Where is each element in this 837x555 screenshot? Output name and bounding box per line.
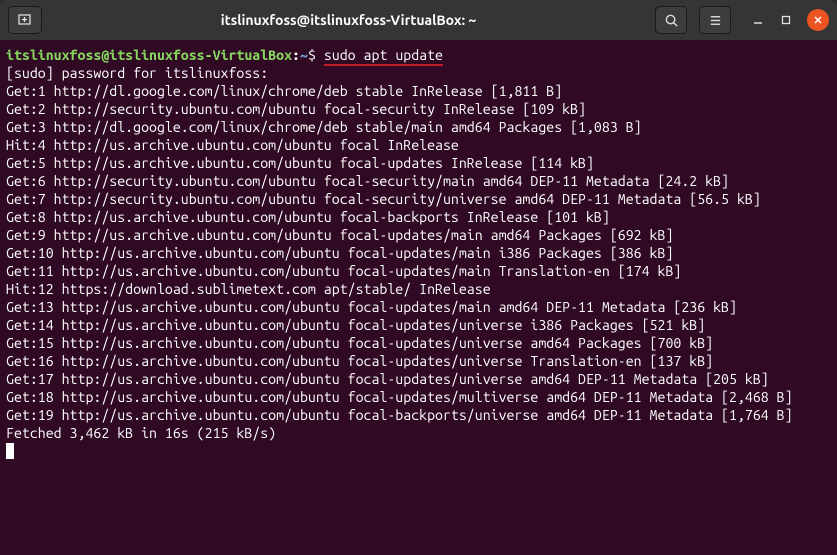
prompt-user-host: itslinuxfoss@itslinuxfoss-VirtualBox	[6, 47, 292, 63]
hamburger-icon	[708, 13, 723, 28]
command-text: sudo apt update	[324, 47, 443, 66]
titlebar-left	[8, 6, 42, 34]
window-controls	[751, 9, 829, 31]
titlebar: itslinuxfoss@itslinuxfoss-VirtualBox: ~	[0, 0, 837, 40]
new-tab-icon	[17, 12, 33, 28]
close-button[interactable]	[807, 9, 829, 31]
maximize-button[interactable]	[779, 13, 793, 27]
close-icon	[813, 15, 823, 25]
new-tab-button[interactable]	[8, 6, 42, 34]
prompt-separator: :	[292, 47, 300, 63]
titlebar-right	[655, 6, 829, 34]
prompt-dollar: $	[308, 47, 324, 63]
menu-button[interactable]	[699, 6, 731, 34]
maximize-icon	[780, 14, 792, 26]
terminal-output: [sudo] password for itslinuxfoss: Get:1 …	[6, 65, 793, 441]
window-title: itslinuxfoss@itslinuxfoss-VirtualBox: ~	[42, 12, 655, 28]
minimize-button[interactable]	[751, 13, 765, 27]
search-icon	[664, 13, 679, 28]
terminal-body[interactable]: itslinuxfoss@itslinuxfoss-VirtualBox:~$ …	[0, 40, 837, 555]
minimize-icon	[752, 14, 764, 26]
cursor	[6, 443, 14, 459]
prompt-path: ~	[300, 47, 308, 63]
search-button[interactable]	[655, 6, 687, 34]
